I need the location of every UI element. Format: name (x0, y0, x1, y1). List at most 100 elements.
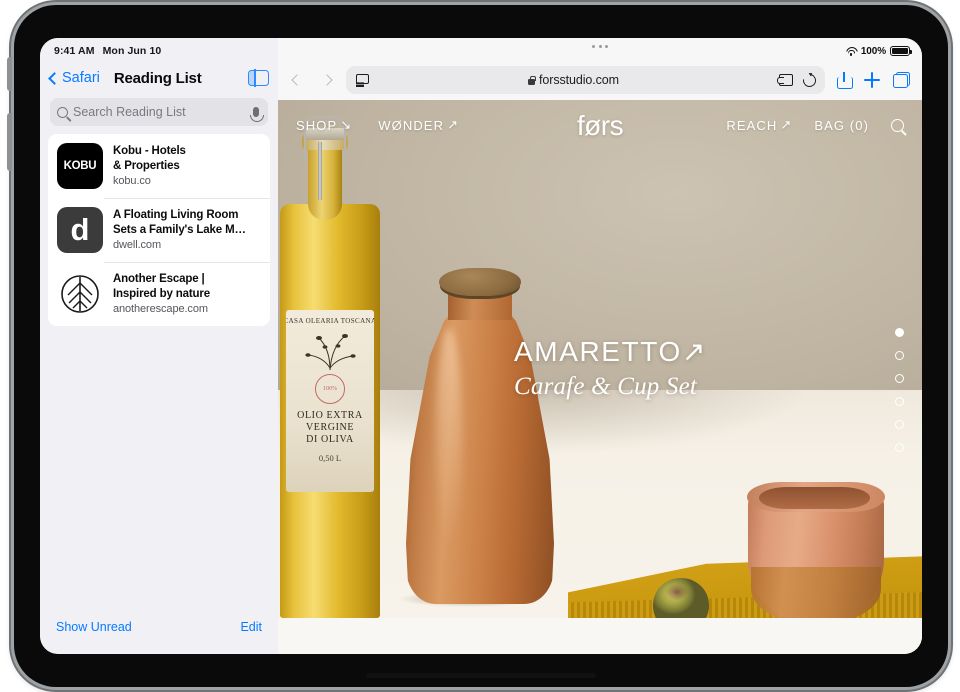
bottle-label-volume: 0,50 L (318, 453, 342, 463)
back-button-label: Safari (62, 70, 100, 86)
olive-sprig-icon (301, 328, 359, 372)
screen: 9:41 AM Mon Jun 10 Safari Reading List S… (40, 38, 922, 654)
browser-status-bar: 100% (278, 38, 922, 60)
ipad-device: 9:41 AM Mon Jun 10 Safari Reading List S… (7, 5, 948, 687)
pagination-dot-6[interactable] (895, 443, 904, 452)
pagination-dot-5[interactable] (895, 420, 904, 429)
pagination-dot-1[interactable] (895, 328, 904, 337)
chevron-right-icon (321, 74, 333, 86)
list-item-title-line2: Inspired by nature (113, 287, 210, 300)
terracotta-carafe (370, 268, 570, 610)
carousel-pagination (895, 328, 904, 452)
battery-icon (890, 46, 912, 56)
list-item-title: Another Escape | Inspired by nature (113, 272, 260, 301)
search-placeholder: Search Reading List (73, 105, 186, 119)
lock-icon (528, 75, 536, 85)
window-controls-icon[interactable] (592, 45, 608, 48)
list-item-title-line2: Sets a Family's Lake M… (113, 223, 246, 236)
list-item-host: anotherescape.com (113, 303, 208, 316)
list-item[interactable]: Another Escape | Inspired by nature anot… (48, 262, 270, 326)
extension-puzzle-icon[interactable] (776, 74, 793, 86)
wooden-lid (439, 268, 521, 296)
microphone-icon[interactable] (250, 107, 264, 122)
reader-view-icon[interactable] (355, 73, 369, 87)
sidebar-header: Safari Reading List (40, 60, 278, 96)
arrow-up-right-icon: ↗ (447, 117, 460, 132)
home-indicator[interactable] (366, 673, 596, 678)
site-logo[interactable]: førs (577, 110, 624, 142)
reading-list-sidebar: 9:41 AM Mon Jun 10 Safari Reading List S… (40, 38, 278, 654)
list-item-title: A Floating Living Room Sets a Family's L… (113, 208, 260, 237)
bottle-label-line2: VERGINE (305, 422, 355, 433)
bottle-label: CASA OLEARIA TOSCANA 100% OLIO EXTRA VER… (286, 310, 374, 492)
status-bar: 9:41 AM Mon Jun 10 (40, 38, 278, 60)
arrow-down-right-icon: ↘ (340, 117, 353, 132)
nav-link-shop[interactable]: SHOP ↘ (296, 117, 352, 133)
nav-link-reach-label: REACH (726, 117, 778, 133)
browser-toolbar: forsstudio.com (278, 60, 922, 100)
wifi-icon (845, 47, 857, 56)
hero-subtitle: Carafe & Cup Set (514, 373, 698, 400)
hero-copy: AMARETTO ↗ Carafe & Cup Set (514, 338, 707, 401)
web-content: CASA OLEARIA TOSCANA 100% OLIO EXTRA VER… (278, 100, 922, 654)
list-item-title-line2: & Properties (113, 159, 180, 172)
favicon-thumbnail: KOBU (57, 143, 103, 189)
nav-link-bag[interactable]: BAG (0) (814, 118, 869, 133)
arrow-up-right-icon: ↗ (780, 117, 793, 132)
edit-button[interactable]: Edit (240, 620, 262, 634)
plus-icon[interactable] (864, 72, 880, 88)
list-item-title-line1: A Floating Living Room (113, 209, 239, 221)
search-reading-list-input[interactable]: Search Reading List (50, 98, 268, 126)
forward-button[interactable] (316, 69, 338, 91)
sidebar-toggle-icon[interactable] (248, 69, 269, 87)
hero-title[interactable]: AMARETTO ↗ (514, 338, 707, 366)
leaf-circle-icon (61, 275, 99, 313)
favicon-thumbnail (57, 271, 103, 317)
list-item-title: Kobu - Hotels & Properties (113, 144, 260, 173)
list-item-title-line1: Kobu - Hotels (113, 145, 186, 157)
status-bar-time: 9:41 AM (54, 45, 95, 57)
list-item[interactable]: KOBU Kobu - Hotels & Properties kobu.co (48, 134, 270, 198)
tab-overview-icon[interactable] (893, 72, 910, 88)
share-icon[interactable] (837, 71, 853, 89)
list-item-title-line1: Another Escape | (113, 273, 205, 285)
chevron-left-icon (291, 74, 303, 86)
search-icon[interactable] (891, 118, 904, 132)
back-button[interactable] (286, 69, 308, 91)
nav-link-wonder[interactable]: WØNDER ↗ (378, 117, 459, 133)
battery-percent-label: 100% (860, 45, 886, 57)
thumbnail-label: d (70, 212, 90, 248)
show-unread-button[interactable]: Show Unread (56, 620, 132, 634)
bottle-label-line1: OLIO EXTRA (297, 410, 363, 421)
reload-icon[interactable] (800, 70, 819, 90)
url-text: forsstudio.com (539, 73, 619, 87)
reading-list: KOBU Kobu - Hotels & Properties kobu.co … (48, 134, 270, 326)
list-item-host: dwell.com (113, 239, 162, 252)
browser-pane: 100% forsstudio.com CASA OLEARIA TOSCANA… (278, 38, 922, 654)
site-navigation: SHOP ↘ WØNDER ↗ førs REACH ↗ BAG (0) (278, 100, 922, 150)
thumbnail-label: KOBU (63, 160, 97, 172)
chevron-left-icon (48, 71, 61, 85)
pagination-dot-3[interactable] (895, 374, 904, 383)
back-to-safari-button[interactable]: Safari (48, 70, 100, 86)
hero-product-image: CASA OLEARIA TOSCANA 100% OLIO EXTRA VER… (278, 100, 922, 618)
status-bar-date: Mon Jun 10 (102, 45, 162, 57)
address-bar[interactable]: forsstudio.com (346, 66, 825, 94)
nav-link-wonder-label: WØNDER (378, 117, 445, 133)
olive-oil-bottle: CASA OLEARIA TOSCANA 100% OLIO EXTRA VER… (278, 112, 386, 618)
favicon-thumbnail: d (57, 207, 103, 253)
search-icon (57, 106, 68, 118)
bottle-label-line3: DI OLIVA (306, 434, 354, 445)
nav-link-reach[interactable]: REACH ↗ (726, 117, 792, 133)
arrow-up-right-icon: ↗ (681, 336, 707, 367)
nav-link-shop-label: SHOP (296, 117, 338, 133)
bottle-label-stamp: 100% (315, 374, 345, 404)
terracotta-cup (747, 482, 885, 618)
pagination-dot-2[interactable] (895, 351, 904, 360)
list-item[interactable]: d A Floating Living Room Sets a Family's… (48, 198, 270, 262)
pagination-dot-4[interactable] (895, 397, 904, 406)
hero-title-text: AMARETTO (514, 336, 682, 367)
list-item-host: kobu.co (113, 175, 151, 188)
sidebar-footer: Show Unread Edit (40, 608, 278, 654)
sidebar-title: Reading List (113, 69, 202, 87)
